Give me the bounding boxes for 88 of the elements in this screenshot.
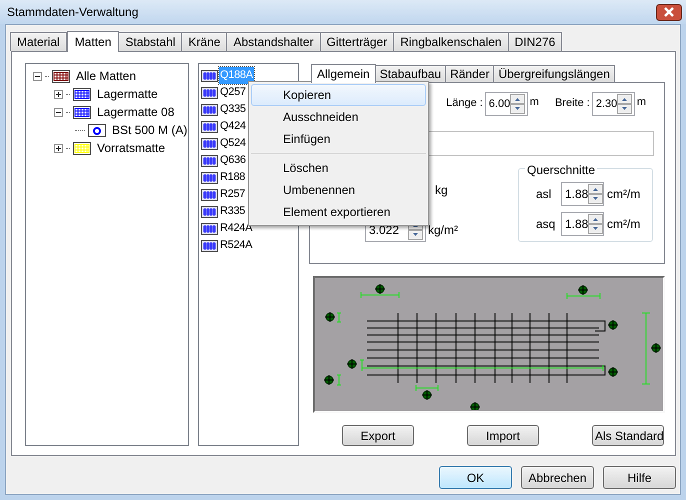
- handle-icon[interactable]: [324, 312, 336, 322]
- list-item[interactable]: Q257: [219, 84, 247, 101]
- handle-icon[interactable]: [608, 366, 618, 378]
- dialog-button[interactable]: OK: [439, 466, 512, 489]
- spin-down-icon[interactable]: [617, 104, 632, 114]
- field-label: Länge :: [446, 96, 483, 111]
- tab[interactable]: Matten: [66, 31, 120, 52]
- menu-item[interactable]: Umbenennen: [251, 179, 426, 201]
- spin-down-icon[interactable]: [588, 224, 604, 234]
- spin-up-icon[interactable]: [588, 214, 604, 224]
- spin-down-icon[interactable]: [408, 230, 423, 240]
- tree-item[interactable]: Lagermatte: [97, 85, 158, 103]
- dialog-button[interactable]: Abbrechen: [521, 466, 594, 489]
- number-field[interactable]: 1.88: [561, 182, 604, 206]
- tab[interactable]: Stabaufbau: [374, 65, 446, 82]
- unit-label: cm²/m: [607, 216, 640, 233]
- collapse-icon[interactable]: [33, 72, 42, 80]
- window-title: Stammdaten-Verwaltung: [7, 4, 138, 21]
- unit-label: m: [636, 95, 646, 110]
- handle-icon[interactable]: [578, 284, 588, 296]
- list-item[interactable]: Q424: [219, 118, 247, 135]
- menu-item[interactable]: Ausschneiden: [251, 106, 426, 128]
- tree-item[interactable]: BSt 500 M (A): [112, 121, 188, 139]
- spin-down-icon[interactable]: [510, 104, 526, 114]
- list-item[interactable]: R188: [219, 169, 246, 186]
- unit-label: kg/m²: [428, 222, 458, 239]
- field-label: Breite :: [554, 96, 590, 111]
- action-button[interactable]: Import: [467, 425, 539, 446]
- spin-up-icon[interactable]: [588, 184, 604, 194]
- handle-icon[interactable]: [422, 390, 432, 400]
- tab[interactable]: Gitterträger: [320, 32, 394, 51]
- grid-icon: [201, 70, 218, 82]
- action-button[interactable]: Export: [342, 425, 414, 446]
- handle-icon[interactable]: [346, 358, 358, 370]
- tab[interactable]: Abstandshalter: [226, 32, 321, 51]
- list-item[interactable]: R257: [219, 186, 246, 203]
- dialog-button[interactable]: Hilfe: [603, 466, 676, 489]
- unit-label: kg: [434, 182, 449, 199]
- grid-icon: [201, 222, 218, 234]
- grid-icon: [201, 120, 218, 132]
- menu-item[interactable]: Einfügen: [251, 128, 426, 150]
- list-item[interactable]: Q335: [219, 101, 247, 118]
- grid-icon: [201, 206, 218, 218]
- handle-icon[interactable]: [650, 342, 661, 354]
- menu-item[interactable]: Kopieren: [251, 84, 426, 106]
- spin-up-icon[interactable]: [617, 94, 632, 104]
- spin-up-icon[interactable]: [510, 94, 526, 104]
- expand-icon[interactable]: [54, 144, 63, 152]
- tab[interactable]: Übergreifungslängen: [493, 65, 615, 82]
- tab[interactable]: Kräne: [181, 32, 228, 51]
- tab[interactable]: Ringbalkenschalen: [393, 32, 509, 51]
- unit-label: m: [530, 95, 539, 110]
- unit-label: cm²/m: [607, 186, 640, 203]
- close-icon[interactable]: [656, 4, 682, 20]
- grid-icon: [201, 138, 218, 150]
- number-field[interactable]: 2.30: [592, 92, 635, 116]
- grid-icon: [201, 154, 218, 166]
- handle-icon[interactable]: [608, 320, 618, 330]
- number-field[interactable]: 6.00: [484, 92, 528, 116]
- list-item[interactable]: R524A: [219, 237, 254, 254]
- grid-icon: [201, 104, 218, 116]
- handle-icon[interactable]: [324, 374, 334, 386]
- list-item[interactable]: Q636: [219, 152, 247, 169]
- grid-icon: [201, 188, 218, 200]
- tab[interactable]: Material: [10, 32, 67, 51]
- grid-icon: [201, 86, 218, 98]
- handle-icon[interactable]: [374, 284, 386, 294]
- tree-item[interactable]: Lagermatte 08: [97, 103, 174, 121]
- tab[interactable]: Allgemein: [311, 64, 376, 83]
- number-field[interactable]: 1.88: [561, 212, 604, 236]
- grid-icon: [201, 240, 218, 252]
- grid-icon: [201, 172, 218, 184]
- tree-item[interactable]: Vorratsmatte: [97, 139, 166, 157]
- tab[interactable]: Stabstahl: [118, 32, 182, 51]
- expand-icon[interactable]: [54, 90, 63, 98]
- field-label: asl: [536, 186, 552, 203]
- tab[interactable]: Ränder: [445, 65, 494, 82]
- list-item[interactable]: R424A: [219, 220, 254, 237]
- list-item[interactable]: R335: [219, 203, 246, 220]
- tree-item[interactable]: Alle Matten: [76, 67, 136, 85]
- collapse-icon[interactable]: [54, 108, 63, 116]
- action-button[interactable]: Als Standard: [592, 425, 664, 446]
- menu-item[interactable]: Löschen: [251, 157, 426, 179]
- spin-down-icon[interactable]: [588, 194, 604, 204]
- field-label: asq: [536, 216, 556, 233]
- tab[interactable]: DIN276: [508, 32, 562, 51]
- list-item[interactable]: Q524: [219, 135, 247, 152]
- handle-icon[interactable]: [470, 402, 480, 410]
